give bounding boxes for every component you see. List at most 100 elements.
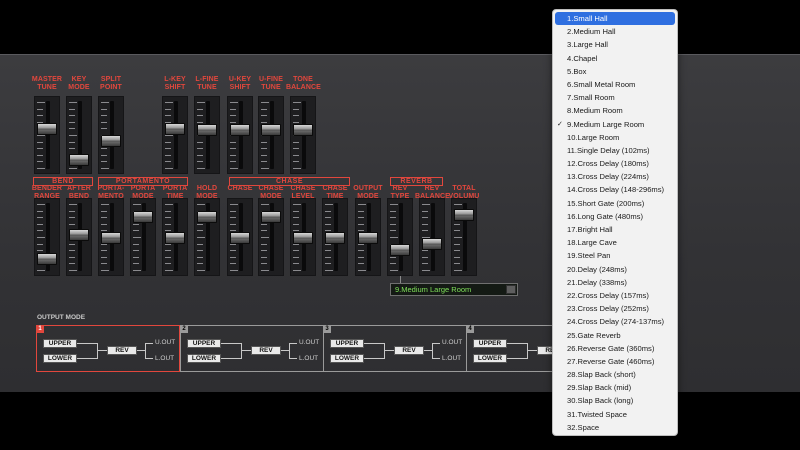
reverb-menu-item[interactable]: 13.Cross Delay (224ms) xyxy=(555,170,675,183)
slider-handle[interactable] xyxy=(261,211,281,223)
porta-mode-slider[interactable] xyxy=(130,198,156,276)
reverb-menu-item[interactable]: 11.Single Delay (102ms) xyxy=(555,144,675,157)
reverb-display-button[interactable] xyxy=(506,285,516,294)
reverb-menu-item[interactable]: 18.Large Cave xyxy=(555,236,675,249)
slider-handle[interactable] xyxy=(165,122,185,135)
reverb-menu-item[interactable]: 22.Cross Delay (157ms) xyxy=(555,289,675,302)
after-bend-slider[interactable] xyxy=(66,198,92,276)
reverb-menu-item[interactable]: 4.Chapel xyxy=(555,52,675,65)
slider-handle[interactable] xyxy=(37,253,57,265)
chase-mode-slider[interactable] xyxy=(258,198,284,276)
reverb-menu-item[interactable]: 29.Slap Back (mid) xyxy=(555,381,675,394)
hold-mode-slider[interactable] xyxy=(194,198,220,276)
chase-level-slider[interactable] xyxy=(290,198,316,276)
slider-handle[interactable] xyxy=(197,211,217,223)
bender-range-slider[interactable] xyxy=(34,198,60,276)
reverb-menu-item[interactable]: 10.Large Room xyxy=(555,131,675,144)
slider-tick xyxy=(454,223,460,225)
slider-tick xyxy=(230,263,236,265)
reverb-menu-item[interactable]: 24.Cross Delay (274-137ms) xyxy=(555,315,675,328)
reverb-menu-item[interactable]: 20.Delay (248ms) xyxy=(555,263,675,276)
slider-handle[interactable] xyxy=(390,244,410,256)
reverb-menu-item[interactable]: ✓ 9.Medium Large Room xyxy=(555,118,675,131)
reverb-menu-item[interactable]: 12.Cross Delay (180ms) xyxy=(555,157,675,170)
reverb-menu-item[interactable]: 17.Bright Hall xyxy=(555,223,675,236)
signal-wire xyxy=(385,350,394,351)
reverb-menu-item[interactable]: 3.Large Hall xyxy=(555,38,675,51)
reverb-menu-item[interactable]: 23.Cross Delay (252ms) xyxy=(555,302,675,315)
slider-tick xyxy=(101,217,107,219)
key-mode-slider[interactable] xyxy=(66,96,92,174)
reverb-menu-item[interactable]: 30.Slap Back (long) xyxy=(555,394,675,407)
reverb-menu-item-label: 10.Large Room xyxy=(567,132,620,142)
slider-handle[interactable] xyxy=(230,124,250,136)
reverb-menu-item[interactable]: 27.Reverse Gate (460ms) xyxy=(555,355,675,368)
slider-handle[interactable] xyxy=(37,122,57,135)
total-volume-slider[interactable] xyxy=(451,198,477,276)
reverb-menu-item[interactable]: 6.Small Metal Room xyxy=(555,78,675,91)
slider-handle[interactable] xyxy=(422,238,442,250)
reverb-type-display[interactable]: 9.Medium Large Room xyxy=(390,283,518,296)
output-mode-option-1[interactable]: 1 UPPER LOWER REV U.OUT L.OUT xyxy=(36,325,180,372)
slider-handle[interactable] xyxy=(197,124,217,136)
reverb-menu-item[interactable]: 16.Long Gate (480ms) xyxy=(555,210,675,223)
slider-tick xyxy=(261,223,267,225)
reverb-menu-item[interactable]: 1.Small Hall xyxy=(555,12,675,26)
slider-handle[interactable] xyxy=(165,232,185,244)
slider-handle[interactable] xyxy=(261,124,281,136)
slider-handle[interactable] xyxy=(101,232,121,244)
reverb-menu-item[interactable]: 2.Medium Hall xyxy=(555,25,675,38)
slider-handle[interactable] xyxy=(454,209,474,222)
slider-tick xyxy=(293,141,299,143)
output-mode-option-2[interactable]: 2 UPPER LOWER REV U.OUT L.OUT xyxy=(180,325,324,372)
u-fine-tune-slider[interactable] xyxy=(258,96,284,174)
reverb-menu-item[interactable]: 8.Medium Room xyxy=(555,104,675,117)
slider-handle[interactable] xyxy=(69,154,89,166)
reverb-menu-item[interactable]: 15.Short Gate (200ms) xyxy=(555,197,675,210)
l-key-shift-slider[interactable] xyxy=(162,96,188,174)
reverb-menu-item[interactable]: 28.Slap Back (short) xyxy=(555,368,675,381)
tone-balance-slider[interactable] xyxy=(290,96,316,174)
rev-type-slider[interactable] xyxy=(387,198,413,276)
signal-wire xyxy=(364,343,384,344)
slider-handle[interactable] xyxy=(69,229,89,241)
signal-wire xyxy=(242,350,251,351)
slider-handle[interactable] xyxy=(133,211,153,223)
chase-time-slider[interactable] xyxy=(322,198,348,276)
reverb-menu-item[interactable]: 14.Cross Delay (148-296ms) xyxy=(555,183,675,196)
output-mode-option-3[interactable]: 3 UPPER LOWER REV U.OUT L.OUT xyxy=(323,325,467,372)
l-fine-tune-slider[interactable] xyxy=(194,96,220,174)
slider-handle[interactable] xyxy=(101,134,121,147)
signal-wire xyxy=(527,343,528,359)
slider-tick xyxy=(101,148,107,150)
porta-time-slider[interactable] xyxy=(162,198,188,276)
reverb-menu-item[interactable]: 19.Steel Pan xyxy=(555,249,675,262)
slider-tick xyxy=(293,217,299,219)
lower-chip: LOWER xyxy=(473,354,507,363)
chase-slider[interactable] xyxy=(227,198,253,276)
rev-balance-slider[interactable] xyxy=(419,198,445,276)
slider-handle[interactable] xyxy=(293,232,313,244)
slider-handle[interactable] xyxy=(325,232,345,244)
reverb-menu-item[interactable]: 32.Space xyxy=(555,421,675,434)
portamento-slider[interactable] xyxy=(98,198,124,276)
u-key-shift-slider[interactable] xyxy=(227,96,253,174)
output-mode-slider[interactable] xyxy=(355,198,381,276)
slider-handle[interactable] xyxy=(230,232,250,244)
reverb-menu-item[interactable]: 7.Small Room xyxy=(555,91,675,104)
reverb-type-menu[interactable]: 1.Small Hall 2.Medium Hall 3.Large Hall 4.C… xyxy=(552,9,678,436)
slider-handle[interactable] xyxy=(358,232,378,244)
slider-tick xyxy=(230,108,236,110)
master-tune-slider[interactable] xyxy=(34,96,60,174)
reverb-menu-item-label: 32.Space xyxy=(567,422,600,432)
slider-tick xyxy=(37,250,43,252)
reverb-menu-item[interactable]: 5.Box xyxy=(555,65,675,78)
reverb-menu-item[interactable]: 21.Delay (338ms) xyxy=(555,276,675,289)
split-point-slider[interactable] xyxy=(98,96,124,174)
reverb-menu-item[interactable]: 25.Gate Reverb xyxy=(555,329,675,342)
slider-tick xyxy=(230,121,236,123)
reverb-menu-item[interactable]: 26.Reverse Gate (360ms) xyxy=(555,342,675,355)
slider-tick xyxy=(293,121,299,123)
reverb-menu-item[interactable]: 31.Twisted Space xyxy=(555,408,675,421)
slider-handle[interactable] xyxy=(293,124,313,136)
